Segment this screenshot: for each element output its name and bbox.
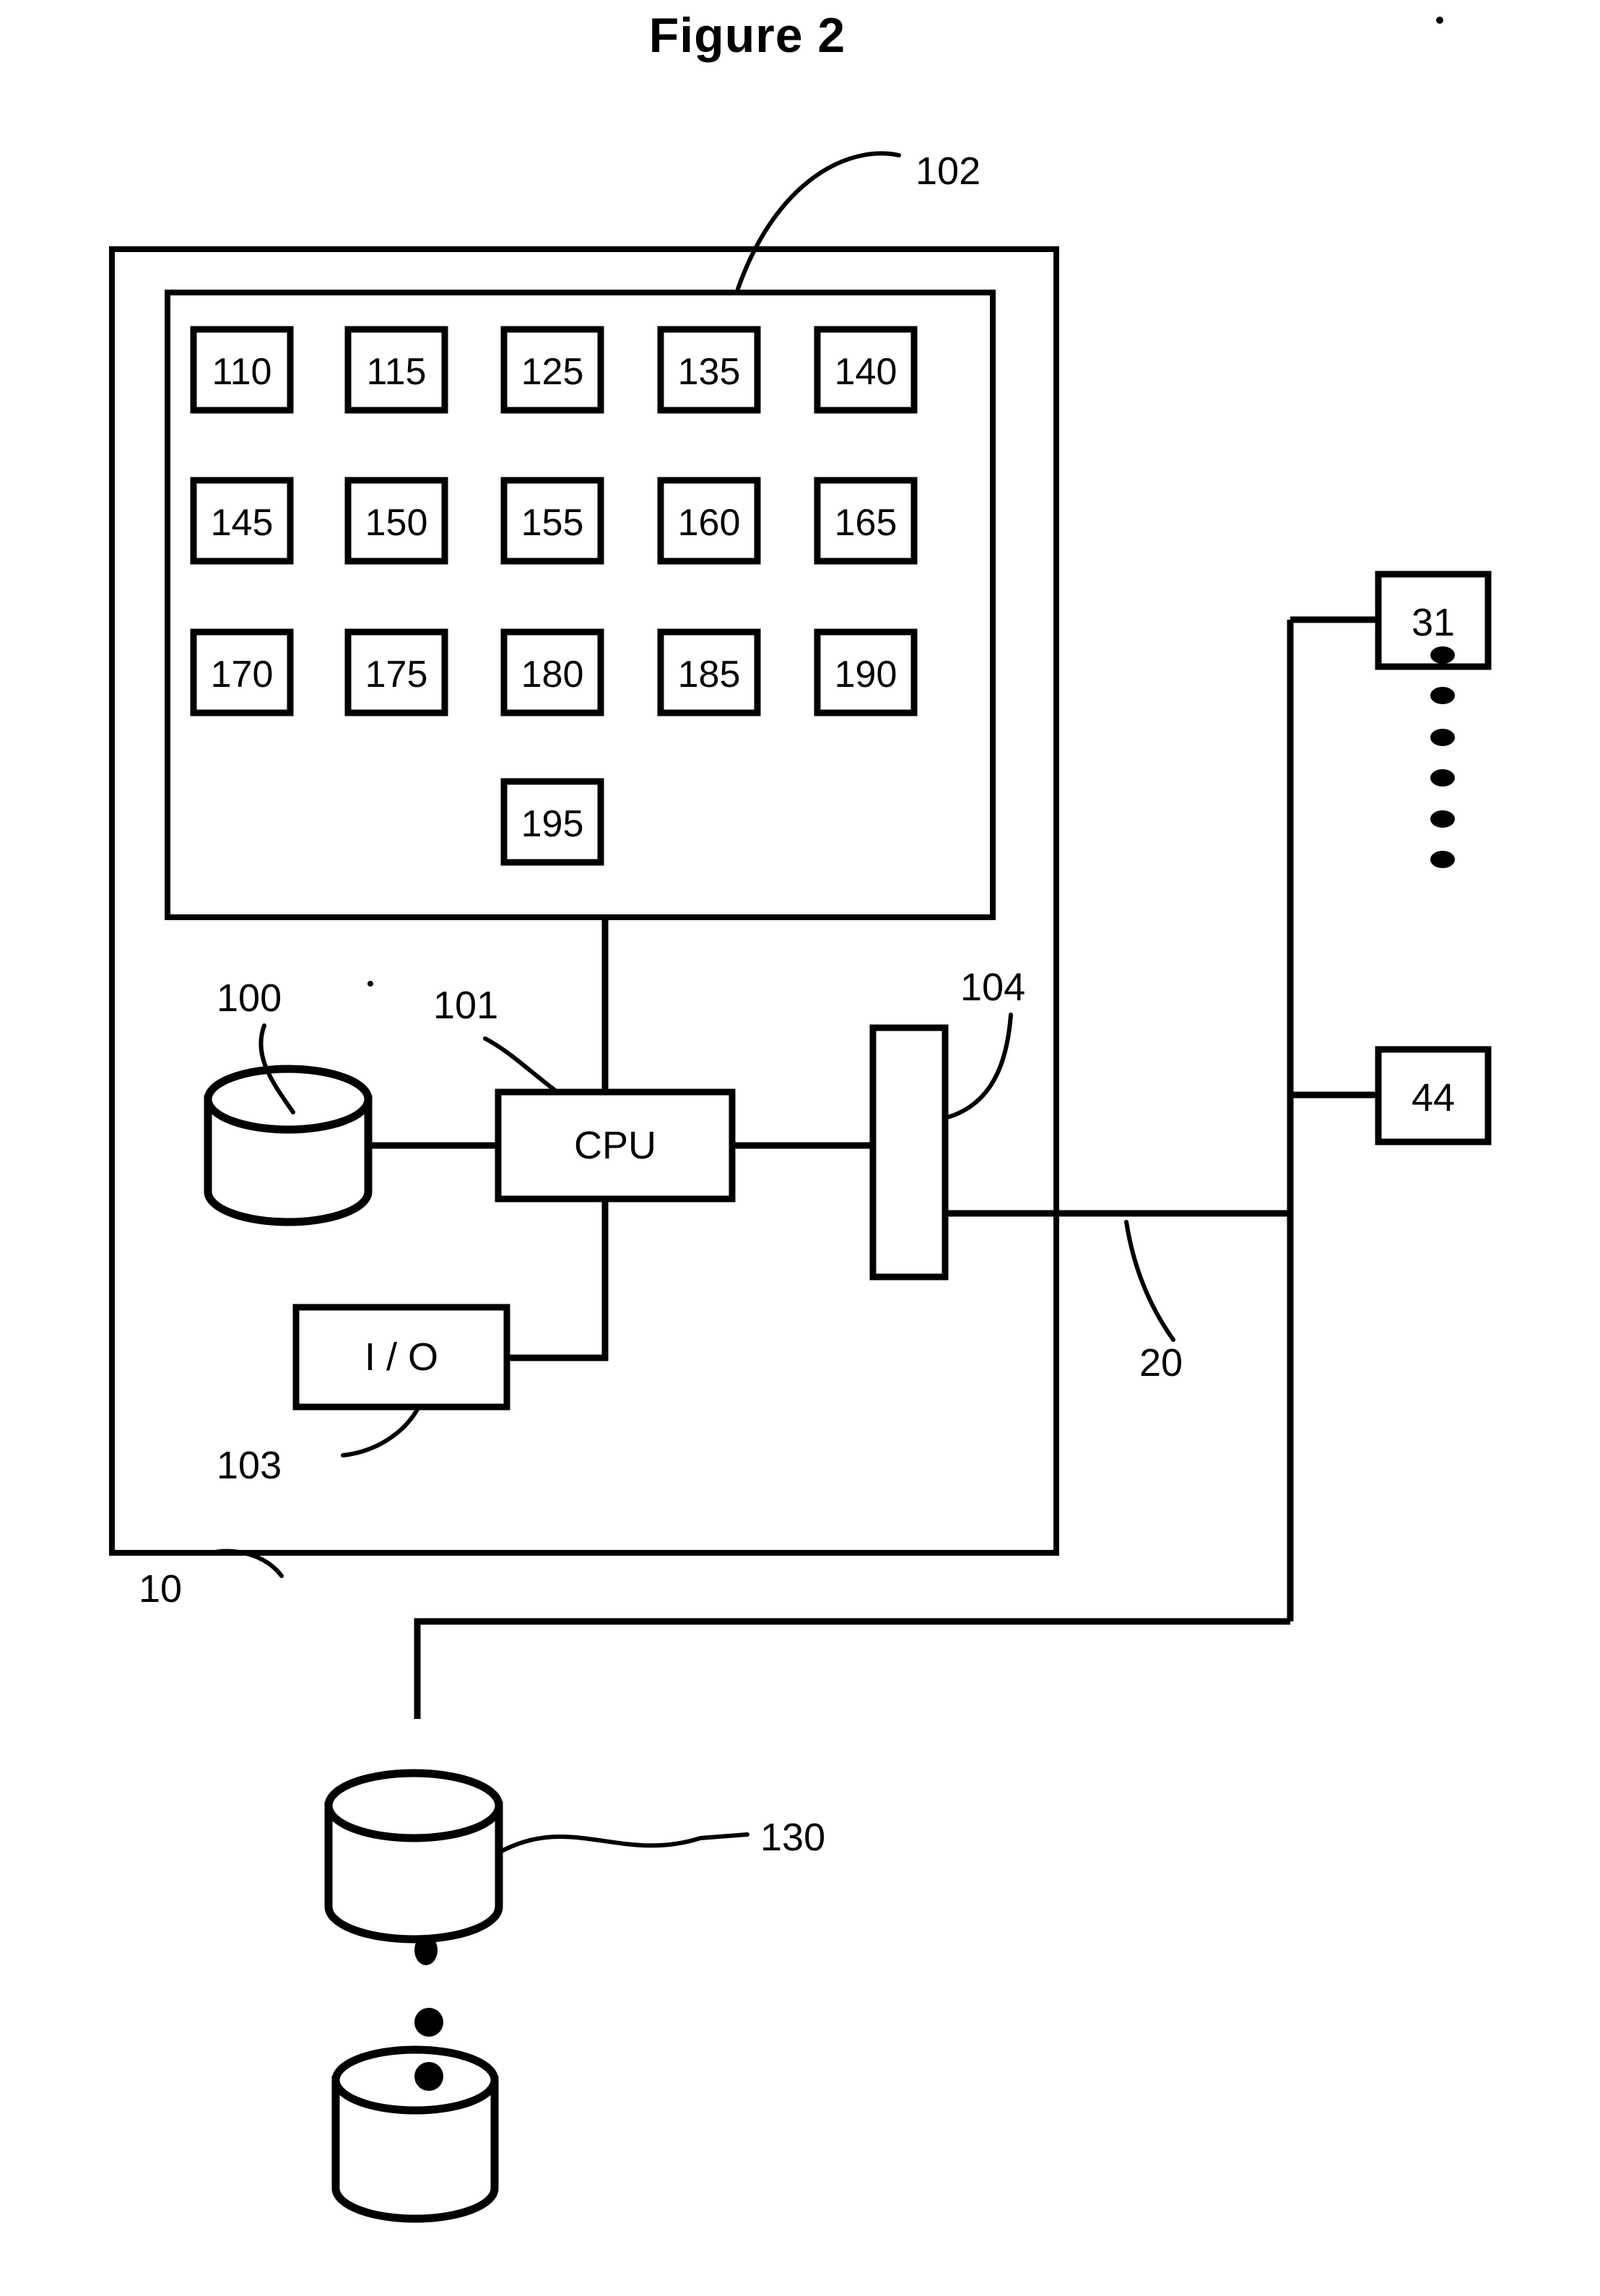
network-node-label: 31 bbox=[1412, 601, 1455, 644]
memory-block-row: 110 115 125 135 140 bbox=[190, 326, 918, 414]
memory-block-label: 160 bbox=[678, 502, 741, 544]
scan-artifact-dot bbox=[1436, 17, 1443, 24]
leader-104 bbox=[943, 1013, 1013, 1120]
cylinder-top bbox=[324, 1769, 503, 1842]
interface-bar-104 bbox=[869, 1024, 949, 1281]
ref-label-104: 104 bbox=[960, 966, 1025, 1009]
memory-block-label: 115 bbox=[367, 351, 427, 393]
network-node-label: 44 bbox=[1412, 1076, 1455, 1119]
ref-label-101: 101 bbox=[433, 984, 498, 1027]
remote-storage-cylinder bbox=[324, 1769, 503, 1944]
leader-20 bbox=[1124, 1220, 1175, 1342]
memory-block-label: 110 bbox=[212, 351, 272, 393]
memory-block-label: 125 bbox=[521, 351, 584, 393]
memory-block-label: 180 bbox=[521, 654, 584, 696]
vertical-ellipsis-icon bbox=[1430, 646, 1455, 868]
memory-block-label: 165 bbox=[835, 502, 897, 544]
cpu-label: CPU bbox=[574, 1124, 656, 1167]
memory-block-label: 195 bbox=[521, 803, 584, 845]
ref-label-130: 130 bbox=[760, 1816, 825, 1859]
ref-label-103: 103 bbox=[217, 1444, 282, 1487]
patent-figure-diagram: Figure 2 102 110 115 125 135 140 145 150… bbox=[109, 8, 1492, 2223]
ellipsis-dot-overlap bbox=[414, 2062, 443, 2091]
leader-103 bbox=[341, 1405, 421, 1457]
wire-bus-to-remote-storage bbox=[414, 1618, 1290, 1719]
memory-block-label: 175 bbox=[365, 654, 428, 696]
ref-label-20: 20 bbox=[1139, 1341, 1183, 1385]
ref-label-100: 100 bbox=[217, 976, 282, 1020]
figure-title: Figure 2 bbox=[649, 8, 846, 63]
memory-block-row: 170 175 180 185 190 bbox=[190, 628, 918, 716]
memory-block-row: 145 150 155 160 165 bbox=[190, 477, 918, 565]
ref-label-102: 102 bbox=[916, 150, 981, 193]
memory-block-label: 150 bbox=[365, 502, 428, 544]
leader-130 bbox=[497, 1832, 749, 1855]
wire-io-to-cpu bbox=[507, 1199, 609, 1361]
memory-block-label: 140 bbox=[835, 351, 897, 393]
scan-artifact-dot bbox=[368, 981, 373, 987]
cylinder-top bbox=[204, 1065, 373, 1134]
leader-101 bbox=[483, 1036, 560, 1094]
memory-block-label: 190 bbox=[835, 654, 897, 696]
memory-block-label: 135 bbox=[678, 351, 741, 393]
memory-block-label: 185 bbox=[678, 654, 741, 696]
memory-block-label: 155 bbox=[521, 502, 584, 544]
memory-block-label: 170 bbox=[211, 654, 274, 696]
figure-canvas: Figure 2 102 110 115 125 135 140 145 150… bbox=[0, 0, 1600, 2296]
memory-block-row: 195 bbox=[500, 778, 604, 866]
leader-102 bbox=[736, 151, 901, 291]
memory-block-label: 145 bbox=[211, 502, 274, 544]
local-storage-cylinder bbox=[204, 1065, 373, 1226]
ref-label-10: 10 bbox=[139, 1567, 182, 1611]
io-label: I / O bbox=[365, 1335, 438, 1379]
